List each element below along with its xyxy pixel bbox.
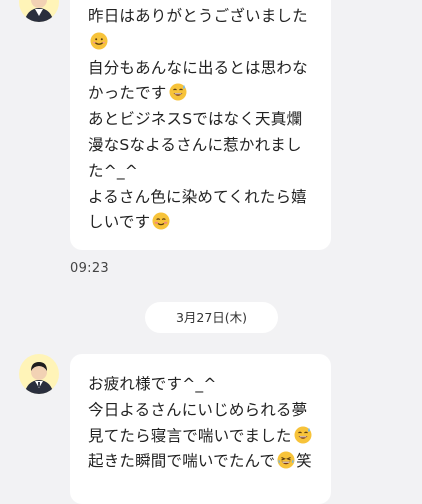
message-line: 自分もあんなに出るとは思わな: [88, 58, 308, 77]
blushing-face-emoji: [152, 212, 170, 230]
person-icon: [25, 0, 53, 22]
message-line: 今日よるさんにいじめられる夢: [88, 400, 308, 419]
message-line: しいです: [88, 210, 313, 236]
message-line: 起きた瞬間で喘いでたんで 笑: [88, 451, 312, 471]
message-line: 漫なSなよるさんに惹かれまし: [88, 135, 302, 154]
message-line: お疲れ様です^_^: [88, 375, 217, 393]
person-icon: [25, 362, 53, 394]
message-line: あとビジネスSではなく天真爛: [88, 110, 303, 129]
message-line: た^_^: [88, 161, 139, 180]
message-line: かったです: [88, 81, 313, 107]
message-line: 見てたら寝言で喘いでました: [88, 424, 313, 450]
sender-avatar[interactable]: [19, 354, 59, 394]
message-bubble[interactable]: お疲れ様です^_^ 今日よるさんにいじめられる夢 見てたら寝言で喘いでました 起…: [70, 354, 331, 504]
message-line: よるさん色に染めてくれたら嬉: [88, 187, 307, 206]
message-line: 昨日はありがとうございました: [88, 7, 308, 25]
laughing-tears-emoji: [277, 451, 295, 469]
message-line: [88, 30, 313, 56]
message-bubble[interactable]: 昨日はありがとうございました 自分もあんなに出るとは思わな かったです あとビジ…: [70, 0, 331, 250]
message-timestamp: 09:23: [70, 261, 109, 276]
sweat-smile-emoji: [169, 83, 187, 101]
sweat-smile-emoji: [294, 426, 312, 444]
sender-avatar[interactable]: [19, 0, 59, 22]
date-separator: 3月27日(木): [145, 302, 278, 333]
smiling-face-emoji: [90, 32, 108, 50]
